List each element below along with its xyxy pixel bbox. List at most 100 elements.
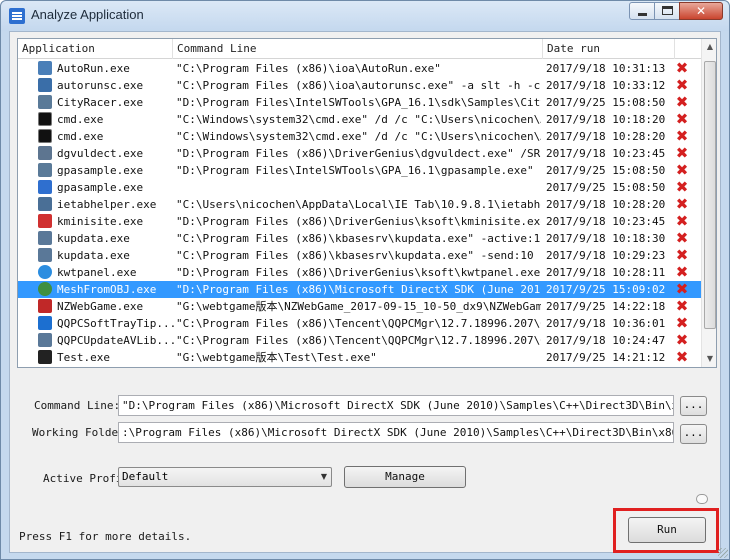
table-row[interactable]: autorunsc.exe "C:\Program Files (x86)\ioa… <box>18 77 701 94</box>
row-command-line: "C:\Program Files (x86)\ioa\autorunsc.ex… <box>176 79 541 92</box>
list-header: Application Command Line Date run <box>18 39 701 59</box>
delete-icon[interactable]: ✖ <box>674 197 690 212</box>
scroll-up-icon[interactable]: ▲ <box>702 39 716 55</box>
command-line-field[interactable]: "D:\Program Files (x86)\Microsoft Direct… <box>118 395 674 416</box>
row-date-run: 2017/9/25 15:08:50 <box>546 164 666 177</box>
table-row[interactable]: AutoRun.exe "C:\Program Files (x86)\ioa\A… <box>18 60 701 77</box>
delete-icon[interactable]: ✖ <box>674 163 690 178</box>
active-profile-select[interactable]: Default ▼ <box>118 467 332 487</box>
delete-icon[interactable]: ✖ <box>674 214 690 229</box>
delete-icon[interactable]: ✖ <box>674 248 690 263</box>
console-icon <box>38 112 52 126</box>
table-row[interactable]: NZWebGame.exe "G:\webtgame版本\NZWebGame_20… <box>18 298 701 315</box>
window-app-icon <box>38 78 52 92</box>
row-date-run: 2017/9/18 10:28:20 <box>546 130 666 143</box>
scroll-down-icon[interactable]: ▼ <box>702 351 716 367</box>
delete-icon[interactable]: ✖ <box>674 265 690 280</box>
table-row[interactable]: gpasample.exe "D:\Program Files\IntelSWTo… <box>18 162 701 179</box>
row-command-line: "D:\Program Files (x86)\Microsoft Direct… <box>176 283 541 296</box>
column-header-delete <box>675 39 701 59</box>
working-folder-label: Working Folder: <box>32 426 132 439</box>
close-icon: ✕ <box>695 4 707 18</box>
table-row[interactable]: ietabhelper.exe "C:\Users\nicochen\AppDat… <box>18 196 701 213</box>
scroll-thumb[interactable] <box>704 61 716 329</box>
delete-icon[interactable]: ✖ <box>674 282 690 297</box>
application-list[interactable]: Application Command Line Date run AutoRu… <box>17 38 717 368</box>
speech-bubble-icon[interactable] <box>696 494 708 504</box>
table-row[interactable]: kminisite.exe "D:\Program Files (x86)\Dri… <box>18 213 701 230</box>
working-folder-field[interactable]: :\Program Files (x86)\Microsoft DirectX … <box>118 422 674 443</box>
active-profile-label: Active Profil <box>43 472 130 485</box>
window-app-icon <box>38 197 52 211</box>
window-app-icon <box>38 61 52 75</box>
row-command-line: "C:\Program Files (x86)\kbasesrv\kupdata… <box>176 232 541 245</box>
resize-grip-icon[interactable] <box>718 548 728 558</box>
row-command-line: "D:\Program Files\IntelSWTools\GPA_16.1\… <box>176 164 534 177</box>
title-bar[interactable]: Analyze Application ✕ <box>1 1 729 31</box>
working-folder-browse-button[interactable]: ... <box>680 424 707 444</box>
row-application: autorunsc.exe <box>57 79 144 92</box>
delete-icon[interactable]: ✖ <box>674 112 690 127</box>
table-row[interactable]: Test.exe "G:\webtgame版本\Test\Test.exe" 201… <box>18 349 701 366</box>
delete-icon[interactable]: ✖ <box>674 78 690 93</box>
minimize-icon <box>638 13 647 16</box>
row-command-line: "C:\Windows\system32\cmd.exe" /d /c "C:\… <box>176 113 541 126</box>
table-row[interactable]: kwtpanel.exe "D:\Program Files (x86)\Driv… <box>18 264 701 281</box>
chevron-down-icon: ▼ <box>320 472 327 481</box>
run-button[interactable]: Run <box>628 517 706 543</box>
active-profile-value: Default <box>122 470 169 483</box>
delete-icon[interactable]: ✖ <box>674 95 690 110</box>
minimize-button[interactable] <box>629 2 655 20</box>
row-application: kwtpanel.exe <box>57 266 137 279</box>
table-row[interactable]: gpasample.exe 2017/9/25 15:08:50 ✖ <box>18 179 701 196</box>
row-date-run: 2017/9/25 14:22:18 <box>546 300 666 313</box>
delete-icon[interactable]: ✖ <box>674 231 690 246</box>
table-row[interactable]: cmd.exe "C:\Windows\system32\cmd.exe" /d … <box>18 111 701 128</box>
shield-icon <box>38 316 52 330</box>
delete-icon[interactable]: ✖ <box>674 129 690 144</box>
command-line-browse-button[interactable]: ... <box>680 396 707 416</box>
row-application: QQPCSoftTrayTip... <box>57 317 177 330</box>
game-icon <box>38 299 52 313</box>
window-app-icon <box>38 146 52 160</box>
table-row[interactable]: QQPCUpdateAVLib... "C:\Program Files (x86… <box>18 332 701 349</box>
kminisite-icon <box>38 214 52 228</box>
delete-icon[interactable]: ✖ <box>674 61 690 76</box>
table-row[interactable]: CityRacer.exe "D:\Program Files\IntelSWTo… <box>18 94 701 111</box>
row-command-line: "D:\Program Files\IntelSWTools\GPA_16.1\… <box>176 96 541 109</box>
table-row[interactable]: dgvuldect.exe "D:\Program Files (x86)\Dri… <box>18 145 701 162</box>
maximize-button[interactable] <box>654 2 680 20</box>
column-header-command-line[interactable]: Command Line <box>173 39 543 59</box>
table-row[interactable]: QQPCSoftTrayTip... "C:\Program Files (x86… <box>18 315 701 332</box>
client-area: Application Command Line Date run AutoRu… <box>9 31 721 553</box>
row-command-line <box>176 179 541 196</box>
row-command-line: "C:\Program Files (x86)\Tencent\QQPCMgr\… <box>176 334 541 347</box>
table-row[interactable]: MeshFromOBJ.exe "D:\Program Files (x86)\M… <box>18 281 701 298</box>
delete-icon[interactable]: ✖ <box>674 299 690 314</box>
row-application: cmd.exe <box>57 113 104 126</box>
row-date-run: 2017/9/18 10:33:12 <box>546 79 666 92</box>
row-date-run: 2017/9/18 10:28:11 <box>546 266 666 279</box>
row-application: kminisite.exe <box>57 215 144 228</box>
window-app-icon <box>38 163 52 177</box>
delete-icon[interactable]: ✖ <box>674 316 690 331</box>
row-application: gpasample.exe <box>57 181 144 194</box>
column-header-application[interactable]: Application <box>18 39 173 59</box>
table-row[interactable]: kupdata.exe "C:\Program Files (x86)\kbase… <box>18 247 701 264</box>
column-header-date-run[interactable]: Date run <box>543 39 675 59</box>
delete-icon[interactable]: ✖ <box>674 350 690 365</box>
app-icon <box>9 8 25 24</box>
row-application: Test.exe <box>57 351 110 364</box>
vertical-scrollbar[interactable]: ▲ ▼ <box>701 39 716 367</box>
delete-icon[interactable]: ✖ <box>674 333 690 348</box>
row-date-run: 2017/9/18 10:31:13 <box>546 62 666 75</box>
row-date-run: 2017/9/18 10:29:23 <box>546 249 666 262</box>
table-row[interactable]: kupdata.exe "C:\Program Files (x86)\kbase… <box>18 230 701 247</box>
row-command-line: "D:\Program Files (x86)\DriverGenius\kso… <box>176 215 541 228</box>
delete-icon[interactable]: ✖ <box>674 180 690 195</box>
table-row[interactable]: cmd.exe "C:\Windows\system32\cmd.exe" /d … <box>18 128 701 145</box>
delete-icon[interactable]: ✖ <box>674 146 690 161</box>
close-button[interactable]: ✕ <box>679 2 723 20</box>
row-date-run: 2017/9/18 10:23:45 <box>546 147 666 160</box>
manage-button[interactable]: Manage <box>344 466 466 488</box>
